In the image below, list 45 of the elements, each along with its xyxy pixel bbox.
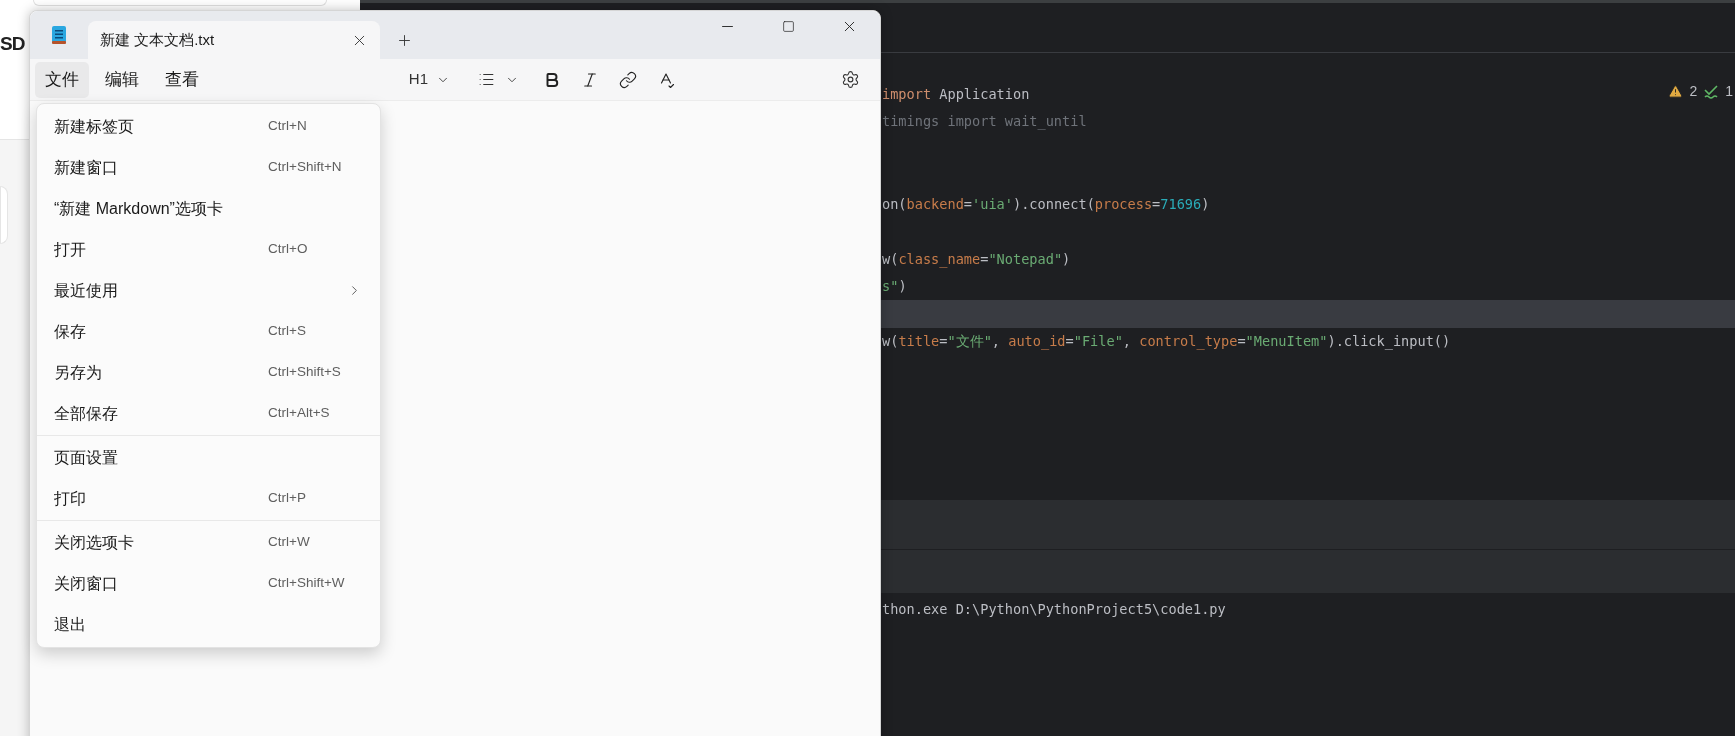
menu-item[interactable]: 关闭窗口 Ctrl+Shift+W bbox=[37, 563, 380, 604]
code-line: w(title="文件", auto_id="File", control_type="MenuItem").click_input() bbox=[882, 332, 1451, 352]
shortcut-label: Ctrl+W bbox=[268, 533, 311, 552]
shortcut-label: Ctrl+O bbox=[268, 240, 309, 259]
shortcut-label: Ctrl+Shift+S bbox=[268, 363, 342, 382]
menu-item[interactable]: 全部保存 Ctrl+Alt+S bbox=[37, 393, 380, 434]
shortcut-label: Ctrl+Alt+S bbox=[268, 404, 331, 423]
shortcut-label: Ctrl+S bbox=[268, 322, 307, 341]
shortcut-label: Ctrl+N bbox=[268, 117, 308, 136]
shortcut-label: Ctrl+Shift+W bbox=[268, 574, 346, 593]
menu-bar-item[interactable]: 查看 bbox=[155, 61, 209, 98]
check-count: 1 bbox=[1725, 82, 1733, 101]
menu-item[interactable]: 保存 Ctrl+S bbox=[37, 311, 380, 352]
menu-item[interactable]: 最近使用 bbox=[37, 270, 380, 311]
code-line: s") bbox=[882, 277, 907, 297]
menu-bar-item[interactable]: 文件 bbox=[35, 61, 89, 98]
settings-icon[interactable] bbox=[841, 70, 860, 89]
menu-bar-item[interactable]: 编辑 bbox=[95, 61, 149, 98]
console-line: thon.exe D:\Python\PythonProject5\code1.py bbox=[882, 599, 1227, 619]
shortcut-label: Ctrl+P bbox=[268, 489, 307, 508]
document-tab[interactable]: 新建 文本文档.txt bbox=[88, 21, 380, 59]
link-icon[interactable] bbox=[619, 70, 637, 89]
code-line: w(class_name="Notepad") bbox=[882, 249, 1071, 269]
code-line: import Application bbox=[882, 84, 1030, 104]
list-icon bbox=[478, 71, 495, 88]
warning-count: 2 bbox=[1689, 82, 1698, 101]
menu-item[interactable]: “新建 Markdown”选项卡 bbox=[37, 188, 380, 229]
check-icon bbox=[1703, 84, 1720, 99]
notepad-icon bbox=[51, 25, 67, 45]
code-line: on(backend='uia').connect(process=71696) bbox=[882, 194, 1210, 214]
maximize-icon[interactable] bbox=[782, 19, 795, 33]
page-heading: SD bbox=[0, 33, 25, 54]
menu-item[interactable]: 新建窗口 Ctrl+Shift+N bbox=[37, 147, 380, 188]
warning-icon bbox=[1668, 84, 1684, 99]
menu-item[interactable]: 页面设置 bbox=[37, 437, 380, 478]
menu-item[interactable]: 另存为 Ctrl+Shift+S bbox=[37, 352, 380, 393]
heading-button[interactable]: H1 bbox=[402, 63, 456, 96]
menu-item[interactable]: 打开 Ctrl+O bbox=[37, 229, 380, 270]
code-line: timings import wait_until bbox=[882, 112, 1087, 132]
menu-item[interactable]: 关闭选项卡 Ctrl+W bbox=[37, 522, 380, 563]
menu-item[interactable]: 退出 bbox=[37, 604, 380, 645]
italic-icon[interactable] bbox=[581, 70, 599, 89]
menu-item[interactable]: 打印 Ctrl+P bbox=[37, 478, 380, 519]
menu-item[interactable]: 新建标签页 Ctrl+N bbox=[37, 106, 380, 147]
shortcut-label: Ctrl+Shift+N bbox=[268, 158, 343, 177]
